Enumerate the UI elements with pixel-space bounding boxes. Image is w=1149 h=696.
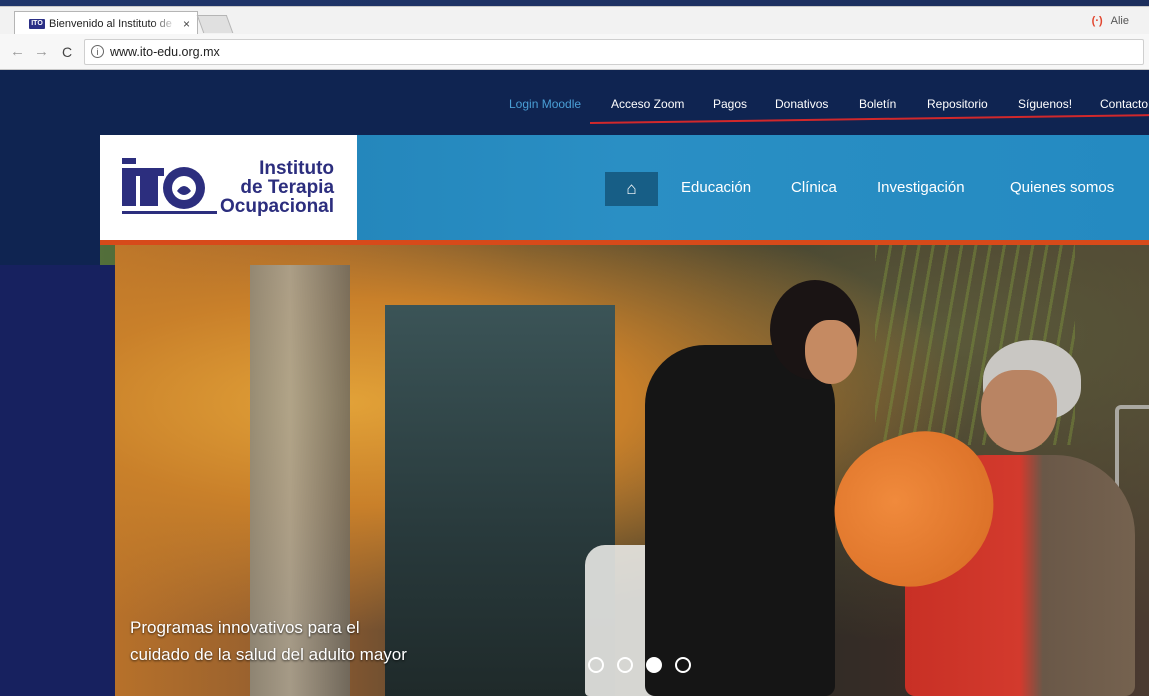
- url-bar[interactable]: i www.ito-edu.org.mx: [84, 38, 1144, 65]
- tab-title: Bienvenido al Instituto de: [49, 17, 172, 30]
- hero-caption: Programas innovativos para el cuidado de…: [130, 614, 470, 668]
- nav-siguenos[interactable]: Síguenos!: [1018, 97, 1072, 111]
- nav-quienes-somos[interactable]: Quienes somos: [1010, 179, 1114, 196]
- nav-contacto[interactable]: Contacto: [1100, 97, 1148, 111]
- website-viewport: Login Moodle Acceso Zoom Pagos Donativos…: [0, 70, 1149, 696]
- photo-elder-face: [981, 370, 1057, 452]
- nav-educacion[interactable]: Educación: [681, 179, 751, 196]
- slider-dot-1[interactable]: [588, 657, 604, 673]
- back-arrow-icon[interactable]: ←: [10, 43, 25, 60]
- hero-side-panel: [0, 265, 115, 696]
- site-favicon-icon: ITO: [29, 18, 45, 29]
- slider-dot-3[interactable]: [646, 657, 662, 673]
- forward-arrow-icon[interactable]: →: [34, 43, 49, 60]
- browser-toolbar: ← → C i www.ito-edu.org.mx: [0, 34, 1149, 70]
- main-navigation: Educación Clínica Investigación Quienes …: [0, 170, 1149, 206]
- photo-therapist-face: [805, 320, 857, 384]
- slider-pagination: [588, 657, 691, 675]
- new-tab-button[interactable]: [196, 15, 234, 33]
- profile-badge[interactable]: (·) Alie: [1092, 15, 1129, 27]
- nav-login-moodle[interactable]: Login Moodle: [509, 97, 581, 111]
- browser-tab-bar: ITO Bienvenido al Instituto de × (·) Ali…: [0, 6, 1149, 35]
- url-text: www.ito-edu.org.mx: [110, 44, 220, 59]
- browser-tab[interactable]: ITO Bienvenido al Instituto de ×: [14, 11, 198, 35]
- nav-donativos[interactable]: Donativos: [775, 97, 828, 111]
- photo-therapist-body: [645, 345, 835, 696]
- profile-icon: (·): [1091, 15, 1103, 27]
- info-icon[interactable]: i: [91, 45, 104, 58]
- reload-icon[interactable]: C: [60, 44, 74, 60]
- nav-clinica[interactable]: Clínica: [791, 179, 837, 196]
- nav-pagos[interactable]: Pagos: [713, 97, 747, 111]
- hero-caption-line-2: cuidado de la salud del adulto mayor: [130, 645, 407, 664]
- slider-dot-4[interactable]: [675, 657, 691, 673]
- slider-dot-2[interactable]: [617, 657, 633, 673]
- nav-acceso-zoom[interactable]: Acceso Zoom: [611, 97, 684, 111]
- hero-caption-line-1: Programas innovativos para el: [130, 618, 360, 637]
- nav-investigacion[interactable]: Investigación: [877, 179, 965, 196]
- nav-repositorio[interactable]: Repositorio: [927, 97, 988, 111]
- profile-name: Alie: [1110, 15, 1129, 27]
- close-icon[interactable]: ×: [183, 17, 190, 31]
- nav-boletin[interactable]: Boletín: [859, 97, 896, 111]
